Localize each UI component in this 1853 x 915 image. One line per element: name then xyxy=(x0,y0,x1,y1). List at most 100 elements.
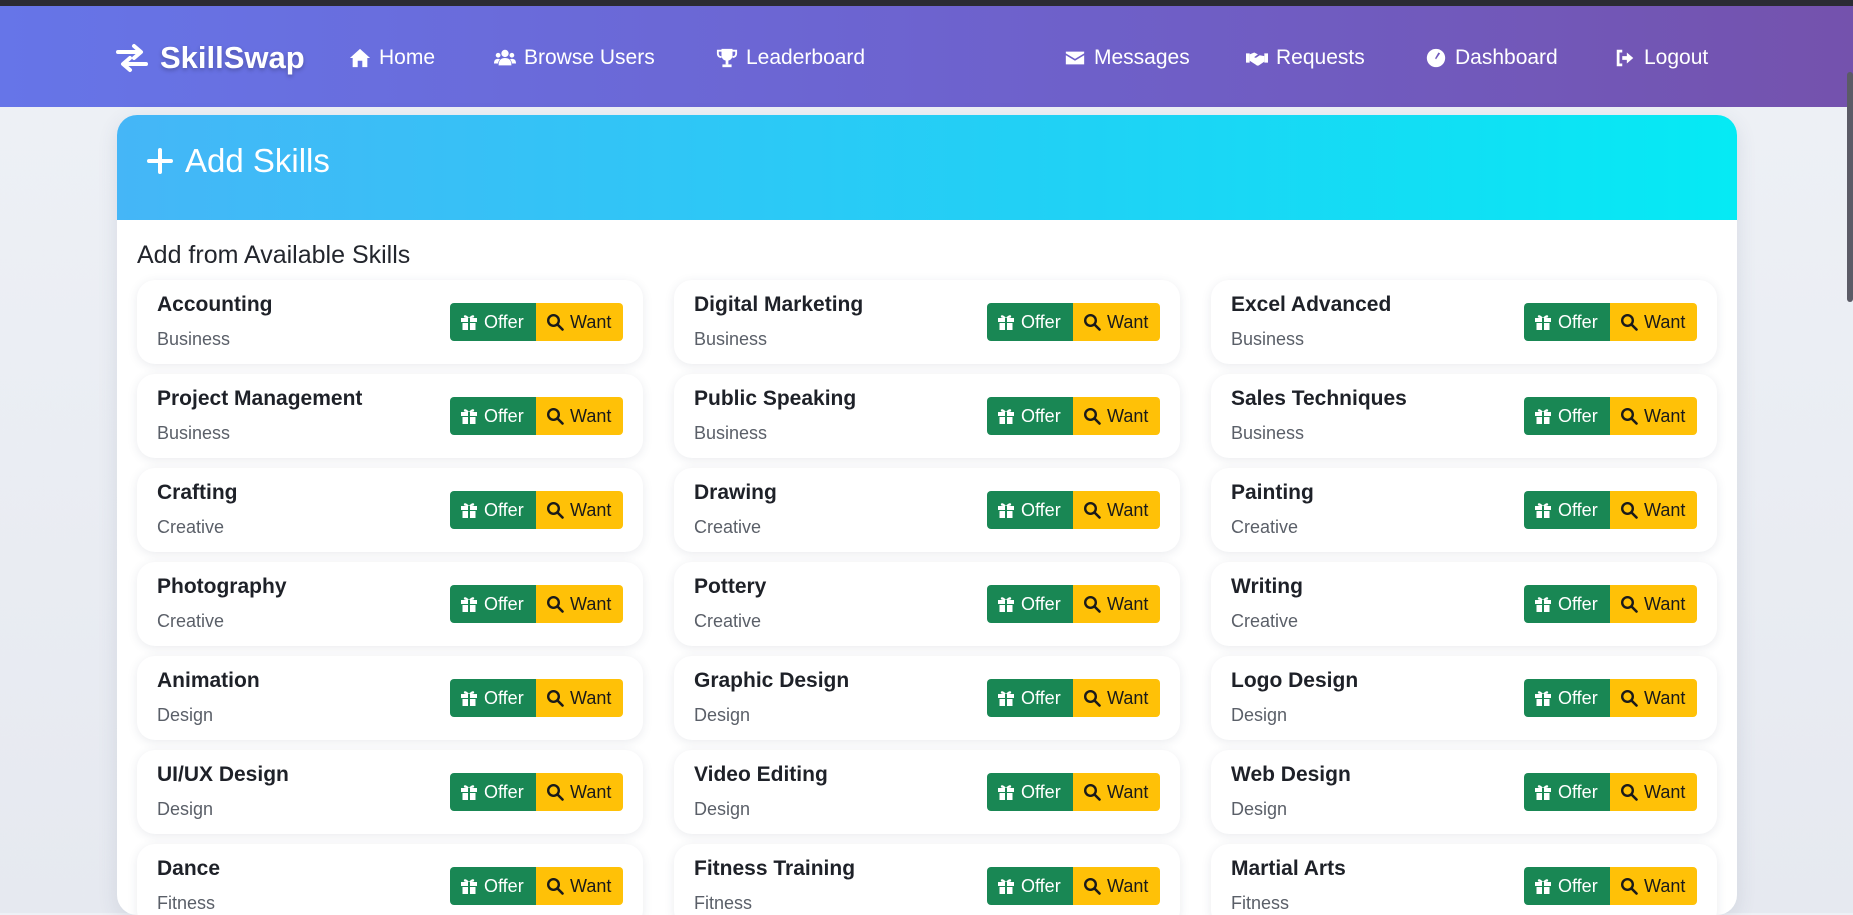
brand-name: SkillSwap xyxy=(160,40,305,75)
offer-button[interactable]: Offer xyxy=(1524,397,1610,435)
offer-button[interactable]: Offer xyxy=(1524,303,1610,341)
want-button[interactable]: Want xyxy=(1610,491,1697,529)
skill-actions: Offer Want xyxy=(1524,867,1697,905)
want-button[interactable]: Want xyxy=(536,867,623,905)
want-button[interactable]: Want xyxy=(1610,679,1697,717)
gift-icon xyxy=(1535,315,1551,330)
skill-category: Fitness xyxy=(157,893,216,913)
want-button[interactable]: Want xyxy=(536,585,623,623)
skill-actions: Offer Want xyxy=(987,867,1160,905)
offer-label: Offer xyxy=(1021,875,1061,896)
want-button[interactable]: Want xyxy=(536,773,623,811)
want-label: Want xyxy=(570,405,612,426)
want-button[interactable]: Want xyxy=(1073,303,1160,341)
logout-icon xyxy=(1616,49,1634,67)
nav-messages-label: Messages xyxy=(1094,46,1190,69)
want-button[interactable]: Want xyxy=(1610,303,1697,341)
skill-actions: Offer Want xyxy=(987,491,1160,529)
skill-category: Creative xyxy=(157,611,225,631)
want-button[interactable]: Want xyxy=(1073,679,1160,717)
gift-icon xyxy=(1535,691,1551,706)
want-button[interactable]: Want xyxy=(536,491,623,529)
want-button[interactable]: Want xyxy=(1073,867,1160,905)
search-icon xyxy=(546,877,564,895)
offer-button[interactable]: Offer xyxy=(450,867,536,905)
offer-label: Offer xyxy=(484,405,524,426)
want-button[interactable]: Want xyxy=(1073,491,1160,529)
want-button[interactable]: Want xyxy=(1610,867,1697,905)
skill-actions: Offer Want xyxy=(987,397,1160,435)
search-icon xyxy=(1620,689,1638,707)
offer-label: Offer xyxy=(1558,593,1598,614)
card-title: Add Skills xyxy=(147,142,330,180)
want-label: Want xyxy=(1644,311,1686,332)
offer-button[interactable]: Offer xyxy=(987,303,1073,341)
offer-button[interactable]: Offer xyxy=(987,773,1073,811)
nav-home[interactable]: Home xyxy=(349,46,435,70)
nav-requests[interactable]: Requests xyxy=(1246,46,1365,70)
nav-dashboard[interactable]: Dashboard xyxy=(1425,46,1558,70)
offer-button[interactable]: Offer xyxy=(1524,867,1610,905)
want-button[interactable]: Want xyxy=(536,303,623,341)
want-button[interactable]: Want xyxy=(1073,585,1160,623)
want-button[interactable]: Want xyxy=(1610,585,1697,623)
want-button[interactable]: Want xyxy=(536,679,623,717)
skill-card: Writing Creative Offer Want xyxy=(1211,562,1717,646)
want-label: Want xyxy=(570,781,612,802)
search-icon xyxy=(1620,783,1638,801)
want-button[interactable]: Want xyxy=(536,397,623,435)
search-icon xyxy=(1620,501,1638,519)
offer-button[interactable]: Offer xyxy=(450,773,536,811)
want-button[interactable]: Want xyxy=(1610,397,1697,435)
gift-icon xyxy=(461,315,477,330)
offer-label: Offer xyxy=(484,687,524,708)
gift-icon xyxy=(461,597,477,612)
skill-category: Business xyxy=(694,423,768,443)
skill-actions: Offer Want xyxy=(1524,491,1697,529)
brand-logo[interactable]: SkillSwap xyxy=(116,40,305,76)
gift-icon xyxy=(998,597,1014,612)
card-header: Add Skills xyxy=(117,115,1737,220)
want-label: Want xyxy=(1644,499,1686,520)
skill-card: Excel Advanced Business Offer Want xyxy=(1211,280,1717,364)
skill-card: UI/UX Design Design Offer Want xyxy=(137,750,643,834)
skill-card: Public Speaking Business Offer Want xyxy=(674,374,1180,458)
offer-button[interactable]: Offer xyxy=(450,679,536,717)
nav-logout[interactable]: Logout xyxy=(1614,46,1708,70)
offer-button[interactable]: Offer xyxy=(987,585,1073,623)
gift-icon xyxy=(998,785,1014,800)
want-label: Want xyxy=(1107,499,1149,520)
search-icon xyxy=(1083,595,1101,613)
offer-button[interactable]: Offer xyxy=(450,397,536,435)
want-label: Want xyxy=(1107,311,1149,332)
want-button[interactable]: Want xyxy=(1073,773,1160,811)
skill-name: Painting xyxy=(1231,481,1314,504)
offer-label: Offer xyxy=(1021,593,1061,614)
offer-button[interactable]: Offer xyxy=(987,397,1073,435)
offer-button[interactable]: Offer xyxy=(1524,491,1610,529)
offer-button[interactable]: Offer xyxy=(450,585,536,623)
offer-button[interactable]: Offer xyxy=(1524,679,1610,717)
offer-button[interactable]: Offer xyxy=(1524,773,1610,811)
want-button[interactable]: Want xyxy=(1073,397,1160,435)
skill-category: Creative xyxy=(1231,517,1299,537)
offer-button[interactable]: Offer xyxy=(1524,585,1610,623)
gift-icon xyxy=(1535,879,1551,894)
want-button[interactable]: Want xyxy=(1610,773,1697,811)
offer-button[interactable]: Offer xyxy=(987,679,1073,717)
nav-messages[interactable]: Messages xyxy=(1064,46,1190,70)
handshake-icon xyxy=(1246,52,1268,66)
nav-leaderboard[interactable]: Leaderboard xyxy=(716,46,865,70)
want-label: Want xyxy=(570,875,612,896)
offer-button[interactable]: Offer xyxy=(450,303,536,341)
skill-card: Graphic Design Design Offer Want xyxy=(674,656,1180,740)
search-icon xyxy=(546,313,564,331)
offer-button[interactable]: Offer xyxy=(987,867,1073,905)
offer-button[interactable]: Offer xyxy=(450,491,536,529)
skill-actions: Offer Want xyxy=(1524,397,1697,435)
gift-icon xyxy=(461,409,477,424)
skill-card: Animation Design Offer Want xyxy=(137,656,643,740)
nav-browse-users[interactable]: Browse Users xyxy=(494,46,655,70)
scrollbar-thumb[interactable] xyxy=(1847,72,1853,302)
offer-button[interactable]: Offer xyxy=(987,491,1073,529)
